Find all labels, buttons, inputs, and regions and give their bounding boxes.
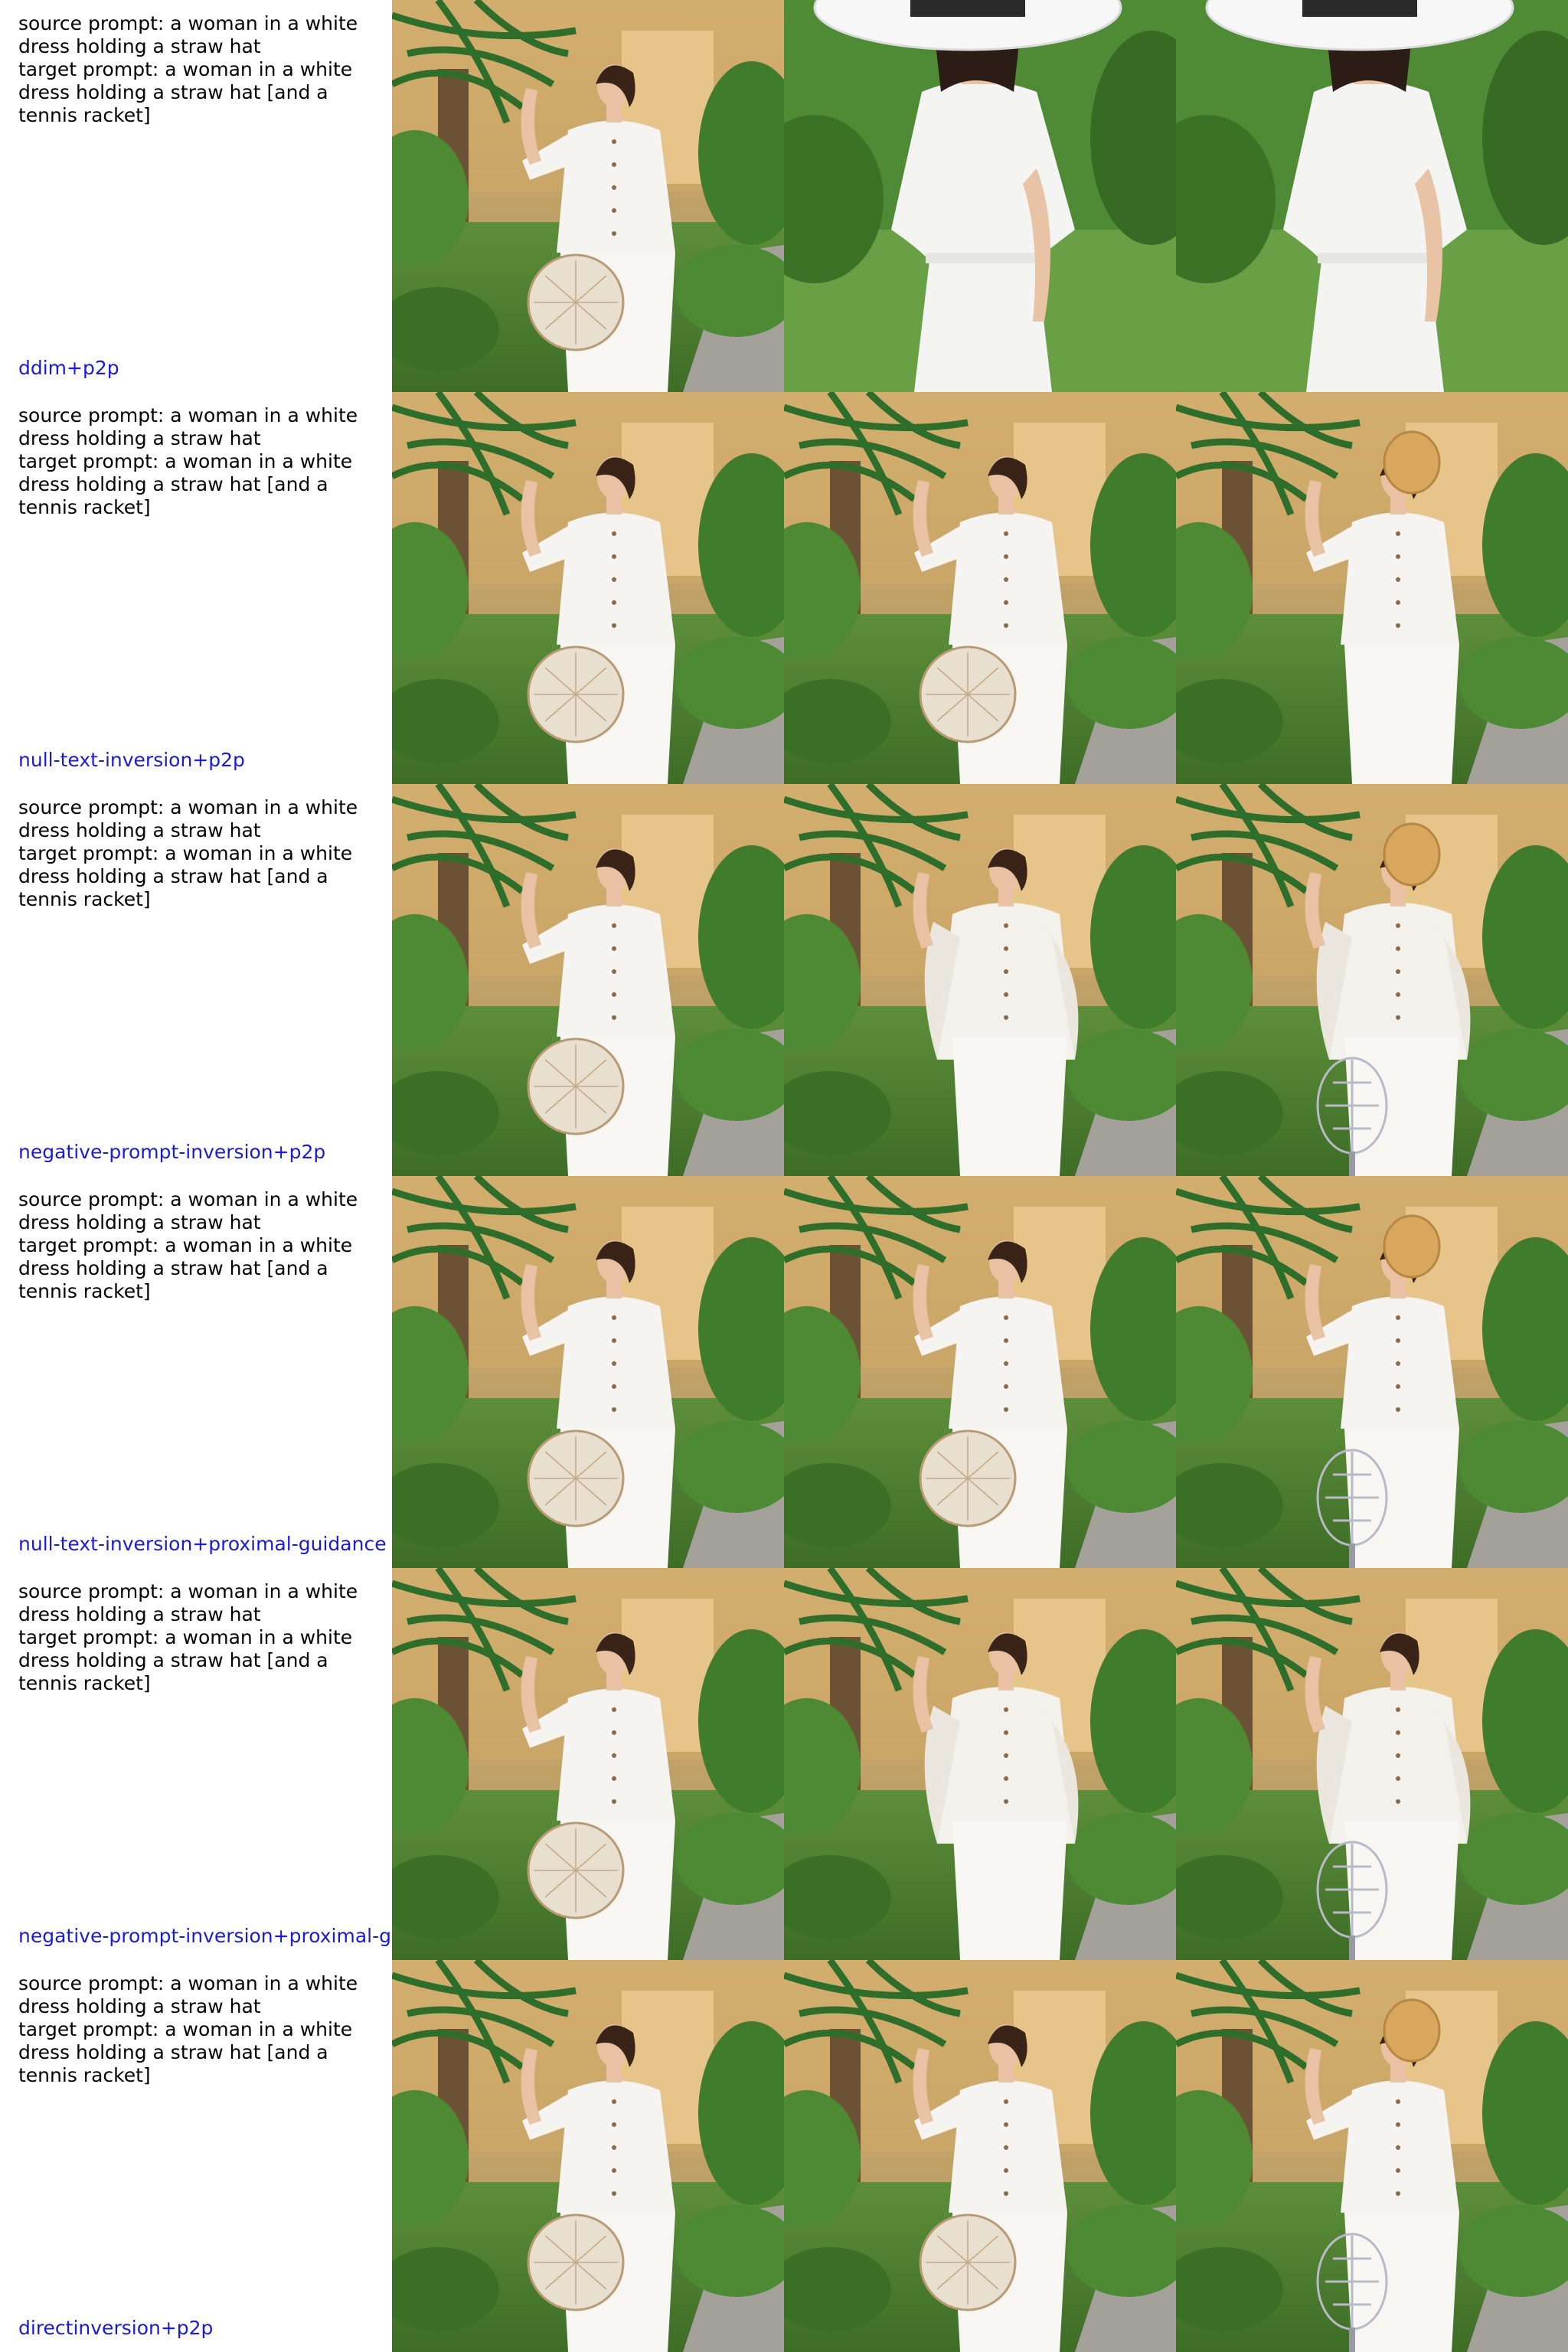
source-image [392,1568,784,1960]
edited-image [1176,1960,1568,2352]
comparison-row: source prompt: a woman in a white dress … [0,0,1568,392]
reconstruction-image [784,784,1176,1176]
reconstruction-image [784,1568,1176,1960]
source-image [392,1176,784,1568]
method-label: null-text-inversion+p2p [18,749,245,771]
prompt-text: source prompt: a woman in a white dress … [18,796,358,910]
edited-image [1176,392,1568,784]
prompt-text: source prompt: a woman in a white dress … [18,1580,358,1694]
source-image [392,784,784,1176]
comparison-grid: source prompt: a woman in a white dress … [0,0,1568,2352]
source-image [392,392,784,784]
comparison-row: source prompt: a woman in a white dress … [0,1176,1568,1568]
edited-image [1176,1176,1568,1568]
method-label: negative-prompt-inversion+p2p [18,1141,326,1163]
reconstruction-image [784,392,1176,784]
prompt-cell: source prompt: a woman in a white dress … [0,784,392,1176]
prompt-cell: source prompt: a woman in a white dress … [0,1960,392,2352]
reconstruction-image [784,0,1176,392]
prompt-cell: source prompt: a woman in a white dress … [0,392,392,784]
prompt-text: source prompt: a woman in a white dress … [18,12,358,126]
source-image [392,1960,784,2352]
prompt-text: source prompt: a woman in a white dress … [18,404,358,518]
edited-image [1176,784,1568,1176]
method-label: ddim+p2p [18,357,119,379]
comparison-row: source prompt: a woman in a white dress … [0,1960,1568,2352]
comparison-row: source prompt: a woman in a white dress … [0,392,1568,784]
comparison-row: source prompt: a woman in a white dress … [0,784,1568,1176]
prompt-cell: source prompt: a woman in a white dress … [0,1568,392,1960]
prompt-text: source prompt: a woman in a white dress … [18,1188,358,1302]
method-label: negative-prompt-inversion+proximal-guida… [18,1925,392,1947]
method-label: null-text-inversion+proximal-guidance [18,1533,387,1555]
reconstruction-image [784,1176,1176,1568]
edited-image [1176,1568,1568,1960]
reconstruction-image [784,1960,1176,2352]
method-label: directinversion+p2p [18,2317,214,2339]
prompt-cell: source prompt: a woman in a white dress … [0,0,392,392]
prompt-cell: source prompt: a woman in a white dress … [0,1176,392,1568]
source-image [392,0,784,392]
prompt-text: source prompt: a woman in a white dress … [18,1972,358,2086]
comparison-row: source prompt: a woman in a white dress … [0,1568,1568,1960]
edited-image [1176,0,1568,392]
